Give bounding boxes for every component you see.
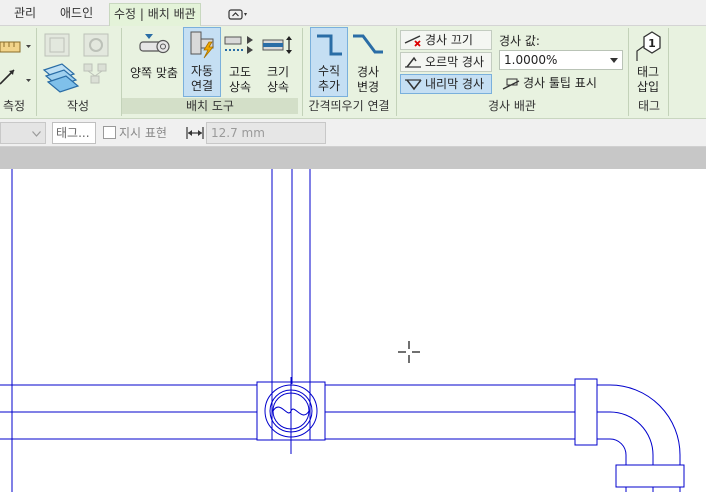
view-title-band	[0, 147, 706, 169]
leader-length-icon	[186, 127, 204, 139]
crosshair-cursor-icon	[398, 341, 420, 363]
measure-tool-icon[interactable]	[0, 36, 34, 92]
inherit-elevation-label-1: 고도	[228, 65, 252, 79]
add-vertical-label-1: 수직	[317, 64, 341, 78]
options-bar: 태그... 지시 표현 12.7 mm	[0, 119, 706, 147]
ribbon-minimize-icon[interactable]	[228, 8, 250, 21]
slope-up-label: 오르막 경사	[425, 55, 485, 69]
horizontal-pipe-left[interactable]	[0, 384, 257, 440]
change-slope-button[interactable]: 경사 변경	[349, 28, 387, 96]
auto-connect-icon	[190, 31, 214, 59]
vertical-pipe[interactable]	[271, 169, 311, 384]
horizontal-pipe-right[interactable]	[325, 384, 575, 440]
offset-connections-title: 간격띄우기 연결	[308, 99, 390, 113]
tag-panel-title: 태그	[637, 99, 661, 113]
tag-on-placement-icon: 1	[636, 31, 661, 61]
tag-on-placement-button[interactable]: 1 태그 삽입	[631, 28, 665, 96]
slope-tooltip-icon	[502, 78, 520, 90]
justify-icon	[139, 34, 170, 54]
slope-off-icon	[404, 35, 421, 47]
leader-label: 지시 표현	[119, 126, 167, 140]
inherit-elevation-label-2: 상속	[228, 80, 252, 94]
add-vertical-label-2: 추가	[317, 79, 341, 93]
placement-tools-title: 배치 도구	[122, 98, 298, 114]
show-slope-tooltip-label: 경사 툴팁 표시	[523, 76, 597, 90]
ribbon: 측정 작성 양쪽 맞춤 자동 연결 고도 상속 크기 상속 배치 도구 수직 추…	[0, 26, 706, 119]
change-slope-label-2: 변경	[356, 80, 380, 94]
chevron-down-icon	[610, 58, 618, 63]
svg-text:1: 1	[648, 37, 656, 50]
change-slope-icon	[353, 34, 383, 54]
create-panel-title: 작성	[66, 99, 90, 113]
pipe-layout-drawing[interactable]	[0, 169, 706, 492]
slope-down-icon	[405, 79, 422, 91]
auto-connect-button[interactable]: 자동 연결	[183, 27, 221, 97]
options-dropdown-disabled	[0, 122, 46, 144]
show-slope-tooltip-button[interactable]: 경사 툴팁 표시	[501, 74, 625, 94]
auto-connect-label-2: 연결	[190, 79, 214, 93]
revit-window: 관리 애드인 수정 | 배치 배관 측정 작성 양쪽 맞춤 자동 연결 고도 상…	[0, 0, 706, 492]
slope-value-text: 1.0000%	[504, 53, 558, 67]
tag-orientation-field[interactable]: 태그...	[52, 122, 96, 144]
slope-up-button[interactable]: 오르막 경사	[400, 52, 492, 72]
tag-on-placement-label-1: 태그	[636, 65, 660, 79]
slope-value-label: 경사 값:	[499, 34, 540, 48]
slope-value-dropdown[interactable]: 1.0000%	[499, 50, 623, 70]
inherit-size-button[interactable]: 크기 상속	[260, 28, 296, 96]
justify-label: 양쪽 맞춤	[130, 66, 178, 80]
inherit-size-icon	[262, 36, 292, 54]
panel-divider	[668, 28, 669, 116]
slope-down-button[interactable]: 내리막 경사	[400, 74, 492, 94]
sloped-piping-title: 경사 배관	[488, 99, 536, 113]
inherit-elevation-button[interactable]: 고도 상속	[222, 28, 258, 96]
auto-connect-label-1: 자동	[190, 64, 214, 78]
create-tools-icons	[42, 33, 109, 93]
panel-divider	[36, 28, 37, 116]
tab-manage[interactable]: 관리	[10, 3, 40, 26]
change-slope-label-1: 경사	[356, 65, 380, 79]
leader-length-field[interactable]: 12.7 mm	[206, 122, 326, 144]
pipe-tee-fitting[interactable]	[256, 377, 326, 454]
slope-up-icon	[405, 56, 421, 68]
measure-panel-title: 측정	[2, 99, 26, 113]
tab-modify-place-pipe[interactable]: 수정 | 배치 배관	[109, 3, 201, 26]
pipe-elbow-fitting[interactable]	[574, 378, 685, 492]
justify-button[interactable]: 양쪽 맞춤	[126, 28, 182, 96]
tag-on-placement-label-2: 삽입	[636, 80, 660, 94]
inherit-size-label-2: 상속	[266, 80, 290, 94]
add-vertical-icon	[317, 34, 342, 56]
inherit-elevation-icon	[224, 36, 253, 54]
leader-checkbox[interactable]	[103, 126, 116, 139]
add-vertical-button[interactable]: 수직 추가	[310, 27, 348, 97]
tab-add-ins[interactable]: 애드인	[56, 3, 97, 26]
slope-off-label: 경사 끄기	[425, 33, 473, 47]
inherit-size-label-1: 크기	[266, 65, 290, 79]
ribbon-tab-bar: 관리 애드인 수정 | 배치 배관	[0, 0, 706, 26]
slope-off-button[interactable]: 경사 끄기	[400, 30, 492, 50]
chevron-down-icon	[32, 131, 41, 137]
drawing-canvas[interactable]	[0, 169, 706, 492]
slope-down-label: 내리막 경사	[425, 77, 485, 91]
